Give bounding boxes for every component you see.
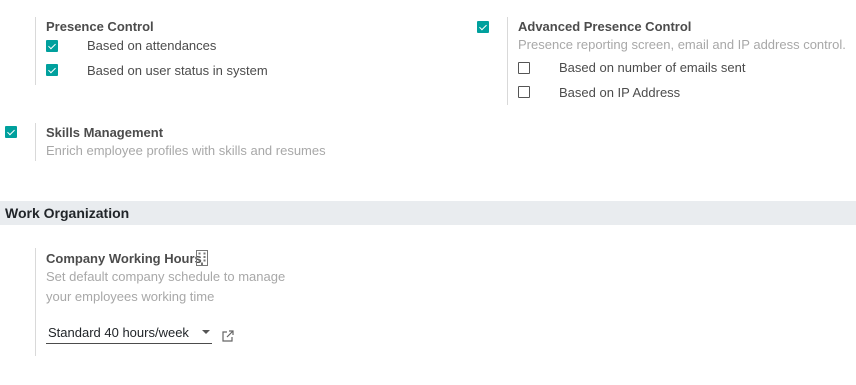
ip-address-checkbox[interactable] xyxy=(518,86,530,98)
section-title: Work Organization xyxy=(5,205,130,221)
attendances-checkbox[interactable] xyxy=(46,40,58,52)
advanced-presence-checkbox[interactable] xyxy=(477,21,489,33)
advanced-presence-title: Advanced Presence Control xyxy=(518,19,692,34)
emails-sent-label: Based on number of emails sent xyxy=(559,60,746,75)
chevron-down-icon[interactable] xyxy=(202,330,210,334)
emails-sent-checkbox[interactable] xyxy=(518,62,530,74)
user-status-label: Based on user status in system xyxy=(87,63,268,78)
advanced-presence-divider xyxy=(507,17,508,105)
attendances-label: Based on attendances xyxy=(87,38,217,53)
working-hours-description-line2: your employees working time xyxy=(46,289,215,304)
working-hours-select[interactable]: Standard 40 hours/week xyxy=(46,322,212,344)
skills-title: Skills Management xyxy=(46,125,164,140)
work-organization-header: Work Organization xyxy=(0,201,856,225)
presence-control-divider xyxy=(35,17,36,85)
skills-checkbox[interactable] xyxy=(5,126,17,138)
skills-description: Enrich employee profiles with skills and… xyxy=(46,143,326,158)
building-icon xyxy=(196,250,208,266)
working-hours-title: Company Working Hours xyxy=(46,251,202,266)
working-hours-divider xyxy=(35,248,36,356)
user-status-checkbox[interactable] xyxy=(46,64,58,76)
presence-control-title: Presence Control xyxy=(46,19,154,34)
external-link-icon[interactable] xyxy=(221,329,235,343)
working-hours-selected-value: Standard 40 hours/week xyxy=(48,325,189,340)
ip-address-label: Based on IP Address xyxy=(559,85,681,100)
working-hours-description-line1: Set default company schedule to manage xyxy=(46,269,286,284)
skills-divider xyxy=(35,123,36,161)
advanced-presence-description: Presence reporting screen, email and IP … xyxy=(518,37,846,52)
